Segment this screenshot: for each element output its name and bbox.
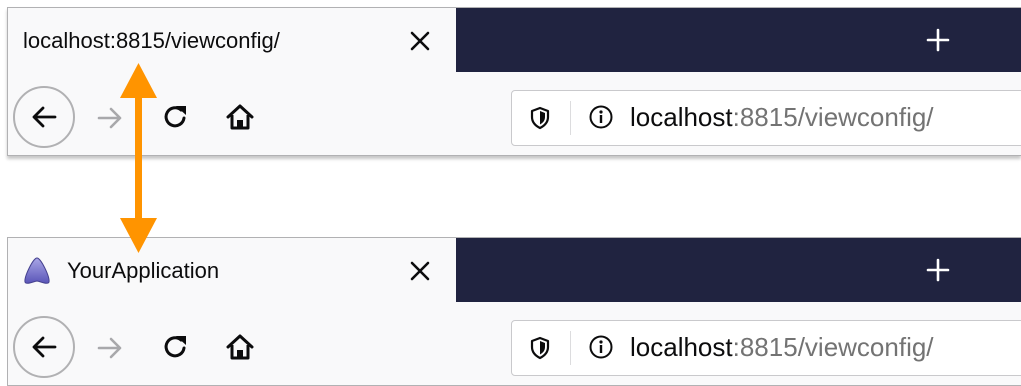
app-favicon-icon: [24, 257, 50, 284]
home-icon[interactable]: [225, 332, 255, 362]
browser-window-after: YourApplication localhost:8815/viewconfi…: [7, 237, 1021, 386]
url-host: localhost: [630, 332, 733, 362]
url-divider: [570, 331, 571, 365]
forward-arrow-icon[interactable]: [96, 104, 124, 132]
url-text[interactable]: localhost:8815/viewconfig/: [630, 104, 934, 130]
tab-strip: YourApplication: [8, 238, 1021, 302]
url-bar[interactable]: localhost:8815/viewconfig/: [511, 90, 1021, 146]
back-arrow-icon: [32, 106, 57, 128]
url-divider: [570, 101, 571, 135]
info-icon[interactable]: [588, 104, 614, 130]
url-path: :8815/viewconfig/: [732, 332, 934, 362]
home-icon[interactable]: [225, 102, 255, 132]
navigation-toolbar: localhost:8815/viewconfig/: [8, 302, 1021, 385]
tab-title: localhost:8815/viewconfig/: [23, 28, 280, 53]
back-button[interactable]: [13, 316, 75, 378]
tab-strip-background: [456, 8, 1021, 72]
reload-icon[interactable]: [161, 102, 191, 132]
forward-arrow-icon[interactable]: [96, 334, 124, 362]
url-text[interactable]: localhost:8815/viewconfig/: [630, 334, 934, 360]
tab-strip-background: [456, 238, 1021, 302]
tab-title: YourApplication: [67, 258, 220, 283]
plus-icon[interactable]: [926, 28, 950, 52]
url-path: :8815/viewconfig/: [732, 102, 934, 132]
back-arrow-icon: [32, 336, 57, 358]
info-icon[interactable]: [588, 334, 614, 360]
back-button[interactable]: [13, 86, 75, 148]
url-bar[interactable]: localhost:8815/viewconfig/: [511, 320, 1021, 376]
tab-strip: localhost:8815/viewconfig/: [8, 8, 1021, 72]
url-host: localhost: [630, 102, 733, 132]
close-icon[interactable]: [408, 259, 432, 283]
browser-window-before: localhost:8815/viewconfig/ localhost:881…: [7, 7, 1021, 156]
reload-icon[interactable]: [161, 332, 191, 362]
active-tab[interactable]: localhost:8815/viewconfig/: [8, 8, 456, 72]
shield-icon[interactable]: [530, 106, 550, 130]
plus-icon[interactable]: [926, 258, 950, 282]
active-tab[interactable]: YourApplication: [8, 238, 456, 302]
close-icon[interactable]: [408, 29, 432, 53]
navigation-toolbar: localhost:8815/viewconfig/: [8, 72, 1021, 155]
shield-icon[interactable]: [530, 336, 550, 360]
